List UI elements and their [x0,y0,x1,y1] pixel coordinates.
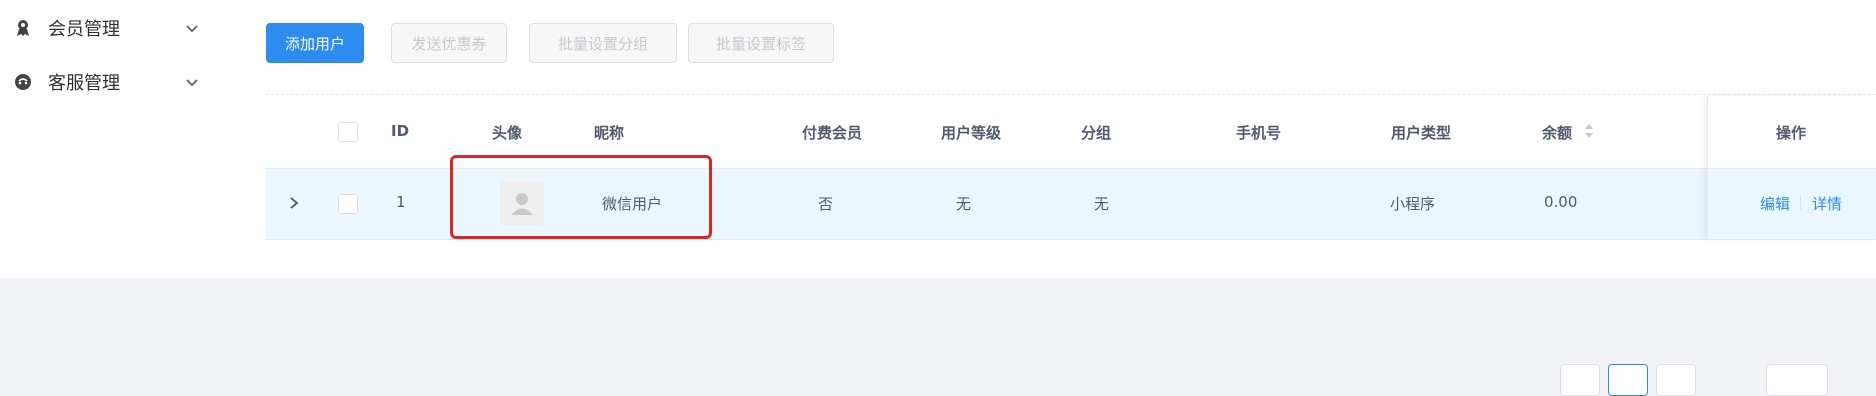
chat-icon [14,73,32,91]
main-content: 添加用户 发送优惠券 批量设置分组 批量设置标签 ID 头像 昵称 付费会员 用… [228,0,1876,396]
actions-column: 操作 编辑 详情 [1707,96,1876,239]
chevron-down-icon[interactable] [184,74,200,90]
expand-icon[interactable] [288,195,300,215]
cell-balance: 0.00 [1544,193,1578,211]
sidebar-item-label: 会员管理 [48,19,120,40]
sidebar-item-customer-service[interactable]: 客服管理 [0,60,228,104]
row-checkbox[interactable] [338,194,358,214]
header-phone: 手机号 [1236,124,1282,142]
pagination-next[interactable] [1656,364,1696,396]
chevron-down-icon[interactable] [184,20,200,36]
annotation-highlight-box [450,155,712,239]
header-avatar: 头像 [492,124,523,142]
batch-group-button[interactable]: 批量设置分组 [529,23,677,63]
cell-id: 1 [396,193,406,211]
header-paid-member: 付费会员 [802,124,863,142]
header-actions: 操作 [1776,124,1807,142]
header-balance: 余额 [1542,124,1573,142]
cell-user-type: 小程序 [1390,195,1436,213]
sidebar-item-member-management[interactable]: 会员管理 [0,6,228,50]
header-group: 分组 [1081,124,1112,142]
detail-link[interactable]: 详情 [1812,193,1842,214]
add-user-button[interactable]: 添加用户 [266,23,364,63]
header-user-type: 用户类型 [1391,124,1452,142]
cell-paid-member: 否 [818,195,834,213]
pagination-prev[interactable] [1560,364,1600,396]
action-separator [1800,196,1801,210]
sidebar: 会员管理 客服管理 [0,0,229,278]
divider [266,94,1876,95]
header-id: ID [391,122,410,140]
medal-icon [14,19,32,37]
sidebar-item-label: 客服管理 [48,73,120,94]
header-level: 用户等级 [941,124,1002,142]
header-nickname: 昵称 [594,124,625,142]
send-coupon-button[interactable]: 发送优惠券 [391,23,507,63]
edit-link[interactable]: 编辑 [1760,193,1790,214]
pagination-size-select[interactable] [1766,364,1828,396]
cell-group: 无 [1094,195,1110,213]
pagination-page[interactable] [1608,364,1648,396]
select-all-checkbox[interactable] [338,122,358,142]
sort-icon[interactable] [1584,123,1594,143]
batch-tag-button[interactable]: 批量设置标签 [688,23,834,63]
cell-level: 无 [956,195,972,213]
